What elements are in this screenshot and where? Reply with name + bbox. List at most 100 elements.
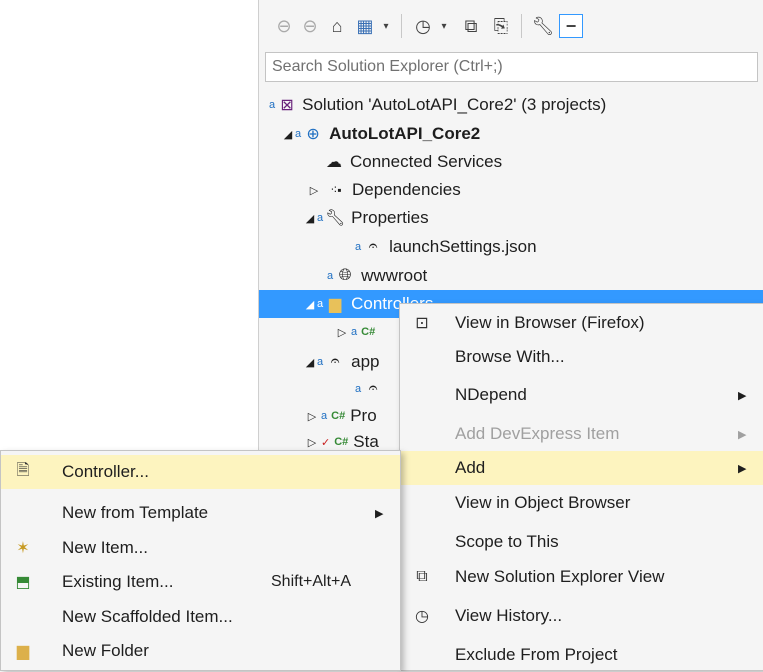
tree-item-label: wwwroot [361,266,428,285]
submenu-item-new-from-template[interactable]: New from Template ▶ [1,496,400,530]
lock-icon: a [295,128,302,140]
history-icon[interactable]: ◷ [411,14,435,38]
submenu-item-new-folder[interactable]: ▆ New Folder [1,634,400,668]
submenu-arrow-icon: ▶ [738,462,747,475]
menu-item-view-in-browser[interactable]: ⊡ View in Browser (Firefox) [400,306,763,340]
toolbar-separator [521,14,522,38]
browser-icon: ⊡ [415,315,429,332]
menu-item-label: Existing Item... [62,572,174,591]
submenu-arrow-icon: ▶ [738,389,747,402]
tree-item-label: Sta [353,432,379,451]
lock-icon: a [321,410,328,422]
menu-item-label: View in Browser (Firefox) [455,313,645,332]
dependencies-icon: ⁖▪ [330,183,342,197]
menu-item-view-history[interactable]: ◷ View History... [400,599,763,633]
solution-icon: ⊠ [280,97,294,114]
back-icon[interactable]: ⊖ [273,14,295,38]
menu-item-label: Exclude From Project [455,645,618,664]
lock-icon: a [327,270,334,282]
submenu-item-new-item[interactable]: ✶ New Item... [1,531,400,565]
expanded-arrow-icon[interactable]: ◢ [303,356,317,369]
new-view-icon: ⧉ [416,568,428,585]
tree-item-project[interactable]: ◢ a ⊕ AutoLotAPI_Core2 [259,120,763,148]
tree-item-dependencies[interactable]: ▷ ⁖▪ Dependencies [259,176,763,204]
tree-item-wwwroot[interactable]: a 🌐︎ wwwroot [259,262,763,290]
submenu-item-controller[interactable]: 🗎 Controller... [1,455,400,489]
submenu-item-existing-item[interactable]: ⬒ Existing Item... Shift+Alt+A [1,565,400,599]
web-project-icon: ⊕ [306,126,320,143]
new-item-icon: ✶ [16,540,30,557]
tree-item-launchsettings[interactable]: a 𝄐 launchSettings.json [259,233,763,261]
submenu-arrow-icon: ▶ [738,428,747,441]
lock-icon: a [355,383,362,395]
collapsed-arrow-icon[interactable]: ▷ [333,326,351,339]
lock-icon: a [317,212,324,224]
menu-item-label: Add DevExpress Item [455,424,620,443]
history-icon: ◷ [415,608,429,625]
tree-item-label: Solution 'AutoLotAPI_Core2' (3 projects) [302,95,607,114]
menu-item-label: New from Template [62,503,209,522]
tree-item-properties[interactable]: ◢ a 🔧︎ Properties [259,204,763,232]
lock-icon: a [317,356,324,368]
menu-item-view-object-browser[interactable]: View in Object Browser [400,486,763,520]
menu-item-label: Add [455,458,486,477]
tree-item-solution[interactable]: a ⊠ Solution 'AutoLotAPI_Core2' (3 proje… [259,91,763,119]
menu-item-label: New Solution Explorer View [455,567,665,586]
toolbar-separator [401,14,402,38]
switch-views-icon[interactable]: ▦ [353,14,377,38]
expanded-arrow-icon[interactable]: ◢ [303,298,317,311]
json-file-icon: 𝄐 [368,380,378,397]
expanded-arrow-icon[interactable]: ◢ [303,212,317,225]
collapsed-arrow-icon[interactable]: ▷ [303,436,321,449]
menu-item-exclude-from-project[interactable]: Exclude From Project [400,638,763,672]
search-box[interactable] [265,52,758,82]
menu-item-label: New Folder [62,641,149,660]
search-input[interactable] [266,53,757,81]
tree-item-connected-services[interactable]: ☁ Connected Services [259,148,763,176]
menu-item-label: New Scaffolded Item... [62,607,233,626]
tree-item-label: Properties [351,208,429,227]
menu-item-new-solution-explorer-view[interactable]: ⧉ New Solution Explorer View [400,560,763,594]
menu-item-label: View in Object Browser [455,493,631,512]
submenu-arrow-icon: ▶ [375,507,384,520]
menu-item-scope-to-this[interactable]: Scope to This [400,525,763,559]
menu-item-add-devexpress[interactable]: Add DevExpress Item ▶ [400,417,763,451]
menu-item-label: Scope to This [455,532,559,551]
folder-icon: ▆ [328,296,342,313]
menu-item-label: View History... [455,606,563,625]
menu-item-add[interactable]: Add ▶ [400,451,763,485]
existing-item-icon: ⬒ [15,574,31,591]
lock-icon: a [355,241,362,253]
tree-item-label: AutoLotAPI_Core2 [329,124,481,143]
collapsed-arrow-icon[interactable]: ▷ [303,184,325,197]
menu-item-ndepend[interactable]: NDepend ▶ [400,378,763,412]
new-folder-icon: ▆ [16,643,30,660]
show-all-files-icon[interactable]: ⎘ [489,14,513,38]
dropdown-arrow-icon[interactable]: ▾ [437,14,451,38]
expanded-arrow-icon[interactable]: ◢ [281,128,295,141]
submenu-item-new-scaffolded-item[interactable]: New Scaffolded Item... [1,600,400,634]
collapse-all-icon[interactable]: ⧉ [459,14,483,38]
dropdown-arrow-icon[interactable]: ▾ [379,14,393,38]
menu-item-browse-with[interactable]: Browse With... [400,340,763,374]
cloud-icon: ☁ [326,154,342,171]
menu-item-label: New Item... [62,538,148,557]
home-icon[interactable]: ⌂ [325,14,349,38]
globe-icon: 🌐︎ [338,267,352,284]
lock-icon: a [351,326,358,338]
menu-item-label: Controller... [62,462,149,481]
json-file-icon: 𝄐 [368,238,378,255]
tree-item-label: Dependencies [352,180,461,199]
menu-item-label: NDepend [455,385,527,404]
collapsed-arrow-icon[interactable]: ▷ [303,410,321,423]
csharp-file-icon: C# [331,410,346,422]
tree-item-label: launchSettings.json [389,237,537,256]
tree-item-label: app [351,352,380,371]
forward-icon[interactable]: ⊖ [299,14,321,38]
preview-icon[interactable]: − [559,14,583,38]
controller-file-icon: 🗎 [16,461,30,479]
lock-icon: a [317,298,324,310]
properties-wrench-icon[interactable]: 🔧︎ [531,14,555,38]
csharp-file-icon: C# [361,326,376,338]
tree-item-label: Connected Services [350,152,503,171]
